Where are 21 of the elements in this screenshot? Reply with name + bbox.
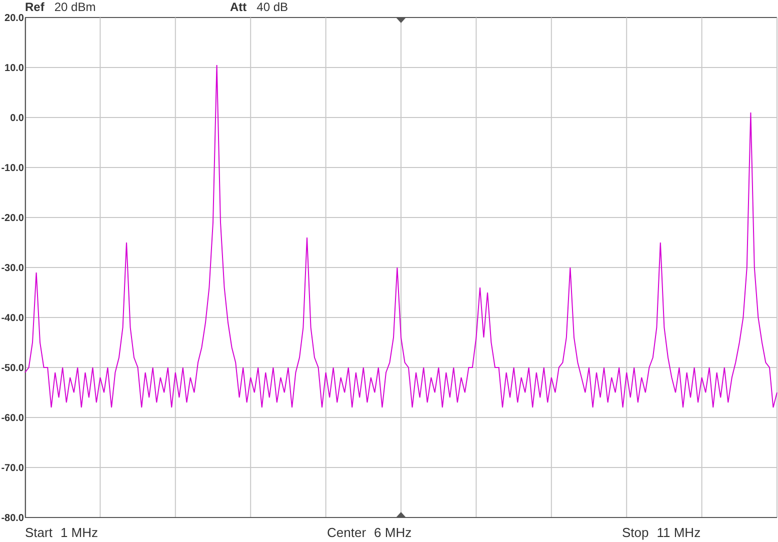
- setting-label: Ref: [25, 0, 44, 14]
- axis-label: -80.0: [1, 513, 24, 523]
- frequency-value: 6 MHz: [374, 525, 412, 540]
- frequency-value: 11 MHz: [656, 525, 701, 540]
- setting-label: Att: [230, 0, 247, 14]
- axis-label: -30.0: [1, 263, 24, 274]
- axis-label: -40.0: [1, 313, 24, 324]
- axis-label: 10.0: [4, 63, 24, 74]
- setting-value: 20 dBm: [54, 0, 96, 14]
- frequency-label: Start: [25, 525, 52, 540]
- axis-label: -20.0: [1, 213, 24, 224]
- axis-label: -70.0: [1, 463, 24, 474]
- setting-value: 40 dB: [256, 0, 288, 14]
- axis-label: 0.0: [10, 113, 24, 124]
- axis-label: -50.0: [1, 363, 24, 374]
- axis-label: -10.0: [1, 163, 24, 174]
- axis-label: -60.0: [1, 413, 24, 424]
- axis-label: 20.0: [4, 13, 24, 24]
- frequency-value: 1 MHz: [60, 525, 98, 540]
- frequency-label: Center: [327, 525, 366, 540]
- frequency-label: Stop: [622, 525, 649, 540]
